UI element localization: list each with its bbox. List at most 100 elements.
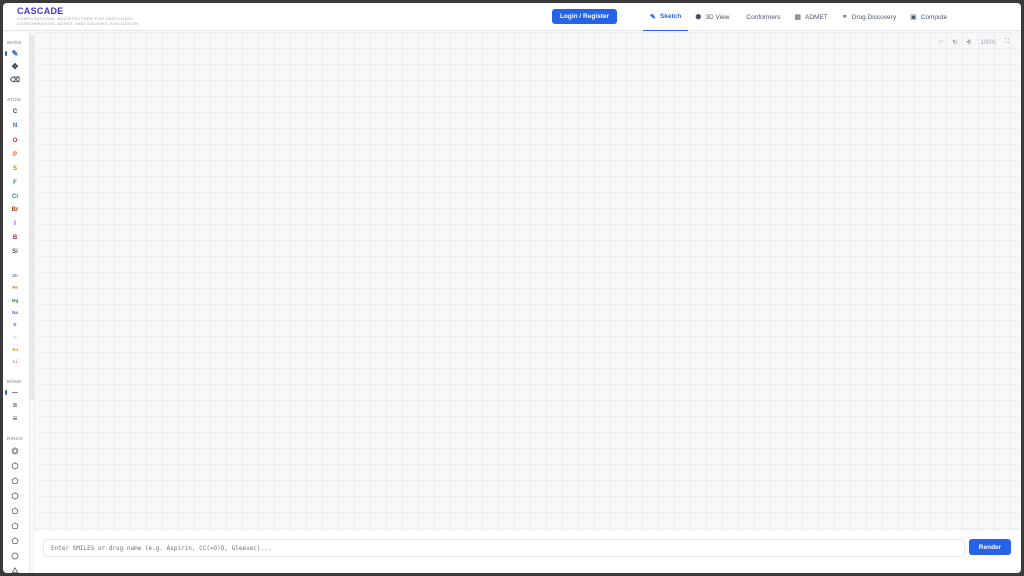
cyclopentane-ring-button[interactable] [8, 475, 22, 486]
furan-ring-button[interactable] [8, 505, 22, 516]
atom-symbol: Li [13, 359, 17, 364]
atom-symbol: O [12, 137, 18, 144]
tab-label: 3D View [705, 13, 730, 21]
pencil-icon: ✎ [650, 13, 656, 21]
atom-button[interactable]: Si [8, 246, 22, 257]
draw-mode-button[interactable]: ✎ [5, 48, 22, 59]
canvas-toolbar: ↶ ↻ ✣ 100% ⛶ [938, 39, 1009, 46]
brand: CASCADE COMPUTATIONAL ARCHITECTURE FOR S… [17, 6, 142, 26]
cyclohexane-ring-button[interactable] [8, 460, 22, 471]
atom-button[interactable] [8, 258, 22, 269]
cyclopropane-ring-button[interactable] [8, 565, 22, 573]
atom-button[interactable]: B [8, 232, 22, 243]
app-title: CASCADE [17, 6, 64, 16]
tab-drug-discovery[interactable]: ⚭ Drug Discovery [835, 3, 903, 31]
app-subtitle: COMPUTATIONAL ARCHITECTURE FOR SKETCHING… [17, 16, 139, 26]
double-bond-icon: = [12, 401, 18, 410]
benzene-ring-icon [11, 446, 19, 455]
redo-icon[interactable]: ↻ [952, 39, 957, 46]
atom-button[interactable]: K [8, 319, 22, 330]
atom-symbol: K [13, 322, 17, 327]
atom-button[interactable]: I [8, 218, 22, 229]
atom-button[interactable]: Au [8, 344, 22, 355]
atom-symbol: Zn [12, 273, 18, 278]
pyrrole-ring-icon [11, 521, 19, 529]
tab-label: ADMET [805, 13, 828, 21]
single-bond-button[interactable]: — [5, 387, 22, 398]
atom-button[interactable]: C [8, 106, 22, 117]
atom-symbol: Fe [12, 285, 18, 290]
section-label-rings: RINGS [7, 436, 23, 441]
atom-symbol: I [14, 220, 16, 227]
furan-ring-icon [11, 506, 19, 514]
render-button[interactable]: Render [969, 539, 1011, 555]
section-label-bond: BOND [7, 379, 22, 384]
tab-label: Compute [920, 13, 948, 21]
atom-button[interactable]: N [8, 120, 22, 131]
tool-sidebar: MODE ✎ ✥ ⌫ ATOM C N O P S F Cl Br I B Si Zn Fe Mg Na K H… [3, 32, 30, 573]
pyrrole-ring-button[interactable] [8, 520, 22, 531]
atom-symbol: C [12, 108, 18, 115]
section-label-atom: ATOM [7, 97, 22, 102]
atom-button[interactable]: Zn [8, 270, 22, 281]
atom-symbol: Au [12, 347, 18, 352]
smiles-input[interactable] [43, 539, 965, 557]
atom-button[interactable]: Mg [8, 295, 22, 306]
app-window: CASCADE COMPUTATIONAL ARCHITECTURE FOR S… [3, 3, 1021, 573]
move-mode-button[interactable]: ✥ [8, 61, 22, 72]
tab-sketch[interactable]: ✎ Sketch [643, 3, 689, 31]
atom-button[interactable]: S [8, 163, 22, 174]
cyclohexane-ring-icon [11, 461, 19, 470]
atom-symbol: H [13, 335, 17, 340]
tab-label: Conformers [746, 13, 781, 21]
single-bond-icon: — [12, 389, 18, 396]
atom-symbol: F [13, 179, 17, 186]
undo-icon[interactable]: ↶ [938, 39, 943, 46]
atom-button[interactable]: F [8, 177, 22, 188]
pill-icon: ⚭ [841, 14, 848, 21]
atom-symbol: Br [11, 206, 19, 213]
atom-symbol: P [12, 151, 17, 158]
tab-label: Drug Discovery [851, 13, 897, 21]
atom-button[interactable]: Fe [8, 282, 22, 293]
fullscreen-icon[interactable]: ⛶ [1005, 39, 1009, 46]
pyridine-ring-button[interactable] [8, 490, 22, 501]
atom-button[interactable]: H [8, 332, 22, 343]
move-icon: ✥ [11, 62, 19, 71]
atom-symbol: N [12, 122, 18, 129]
pencil-icon: ✎ [11, 49, 19, 58]
cycloheptane-ring-button[interactable] [8, 550, 22, 561]
main-nav: ✎ Sketch ⬢ 3D View Conformers ▦ ADMET ⚭ … [643, 3, 954, 31]
atom-symbol: Na [12, 310, 18, 315]
tab-conformers[interactable]: Conformers [736, 3, 787, 31]
eraser-icon: ⌫ [10, 76, 20, 84]
double-bond-button[interactable]: = [8, 400, 22, 411]
sketch-canvas[interactable]: ↶ ↻ ✣ 100% ⛶ Render [34, 32, 1021, 573]
benzene-ring-button[interactable] [8, 445, 22, 456]
atom-symbol: B [12, 234, 18, 241]
top-header: CASCADE COMPUTATIONAL ARCHITECTURE FOR S… [3, 3, 1021, 31]
triple-bond-button[interactable]: ≡ [8, 413, 22, 424]
cube-icon: ⬢ [695, 14, 702, 21]
erase-mode-button[interactable]: ⌫ [8, 74, 22, 85]
atom-button[interactable]: Li [8, 356, 22, 367]
atom-button[interactable]: Cl [8, 191, 22, 202]
atom-symbol: Mg [11, 298, 19, 303]
zoom-level: 100% [980, 39, 996, 46]
tab-admet[interactable]: ▦ ADMET [787, 3, 834, 31]
atom-button[interactable]: O [8, 135, 22, 146]
tab-compute[interactable]: ▣ Compute [903, 3, 954, 31]
atom-button[interactable]: Na [8, 307, 22, 318]
tab-3d-view[interactable]: ⬢ 3D View [688, 3, 736, 31]
atom-button[interactable]: P [8, 149, 22, 160]
pyridine-ring-icon [11, 491, 19, 500]
thiophene-ring-button[interactable] [8, 535, 22, 546]
cyclopropane-ring-icon [11, 566, 19, 573]
cpu-icon: ▣ [910, 14, 917, 21]
triple-bond-icon: ≡ [12, 414, 18, 423]
atom-symbol: Cl [12, 193, 18, 200]
clean-icon[interactable]: ✣ [966, 39, 971, 46]
atom-button[interactable]: Br [8, 204, 22, 215]
login-register-button[interactable]: Login / Register [552, 9, 617, 24]
cycloheptane-ring-icon [11, 551, 19, 559]
